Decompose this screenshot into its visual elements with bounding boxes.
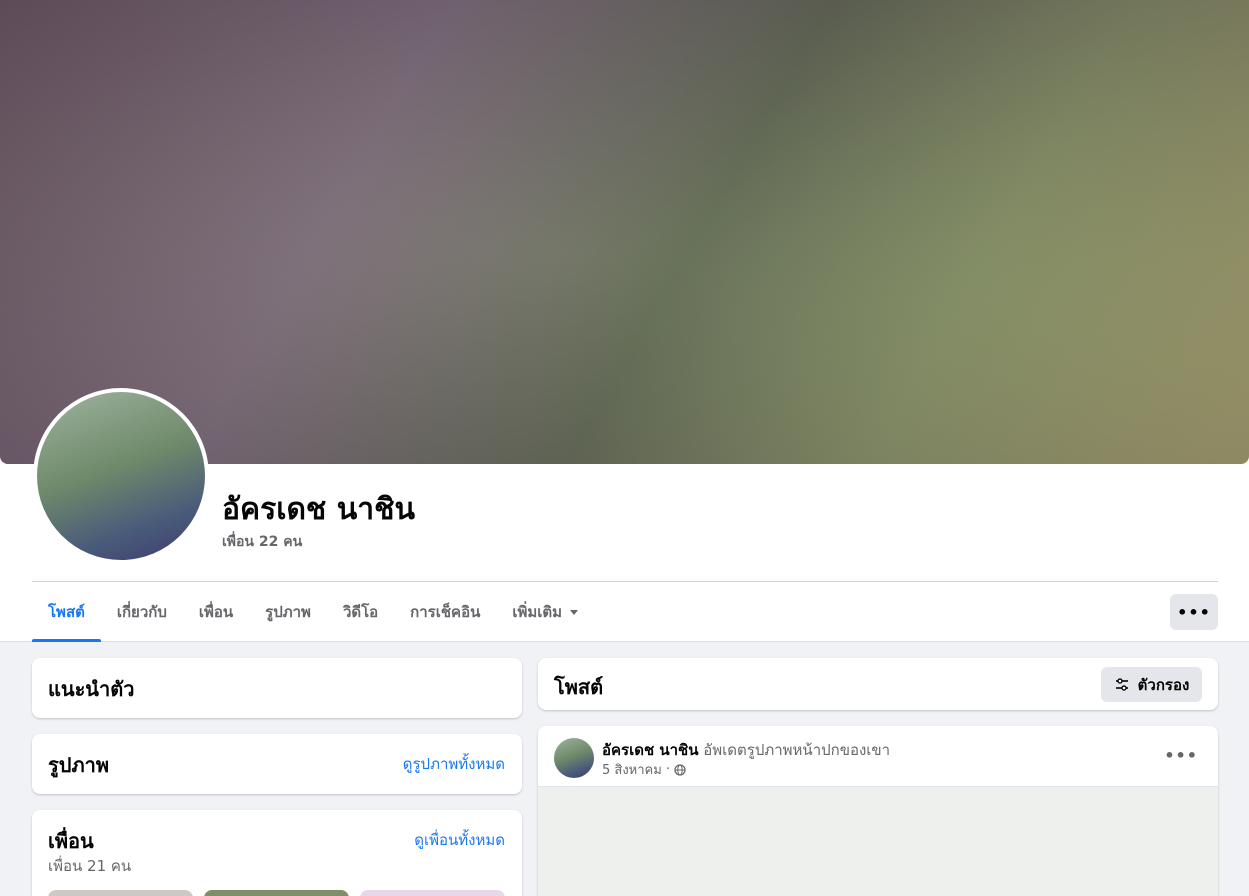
post-card: อัครเดช นาชิน อัพเดตรูปภาพหน้าปกของเขา 5… xyxy=(538,726,1218,896)
friends-title[interactable]: เพื่อน xyxy=(48,825,94,857)
post-meta-separator: · xyxy=(665,762,670,777)
post-author-name[interactable]: อัครเดช นาชิน xyxy=(602,741,698,759)
tab-about[interactable]: เกี่ยวกับ xyxy=(101,582,183,642)
profile-friends-count[interactable]: เพื่อน 22 คน xyxy=(222,531,302,553)
intro-title: แนะนำตัว xyxy=(48,677,135,701)
intro-card: แนะนำตัว xyxy=(32,658,522,718)
profile-header xyxy=(0,0,1249,642)
tab-posts[interactable]: โพสต์ xyxy=(32,582,101,642)
globe-icon xyxy=(674,763,686,776)
filter-icon xyxy=(1115,677,1128,691)
friends-card-count: เพื่อน 21 คน xyxy=(48,857,132,875)
caret-down-icon xyxy=(570,609,579,615)
more-options-button[interactable]: ••• xyxy=(1170,594,1218,630)
post-action-text: อัพเดตรูปภาพหน้าปกของเขา xyxy=(703,741,891,759)
profile-tabs: โพสต์ เกี่ยวกับ เพื่อน รูปภาพ วิดีโอ การ… xyxy=(32,582,594,642)
post-image[interactable] xyxy=(538,786,1218,896)
post-date[interactable]: 5 สิงหาคม xyxy=(602,759,662,780)
post-menu-button[interactable]: ••• xyxy=(1164,746,1198,765)
filter-button-label: ตัวกรอง xyxy=(1137,675,1190,694)
friend-thumbnail[interactable] xyxy=(48,890,193,896)
tab-more-label: เพิ่มเติม xyxy=(512,603,563,621)
tab-photos[interactable]: รูปภาพ xyxy=(249,582,327,642)
tab-checkins[interactable]: การเช็คอิน xyxy=(394,582,496,642)
cover-photo-shade xyxy=(0,0,1249,464)
post-meta: 5 สิงหาคม · xyxy=(602,759,686,780)
friends-card: เพื่อน ดูเพื่อนทั้งหมด เพื่อน 21 คน xyxy=(32,810,522,896)
tab-checkins-label: การเช็คอิน xyxy=(410,603,481,621)
tab-friends-label: เพื่อน xyxy=(198,603,234,621)
tab-photos-label: รูปภาพ xyxy=(265,603,311,621)
friend-thumbnail[interactable] xyxy=(360,890,505,896)
tab-videos[interactable]: วิดีโอ xyxy=(327,582,394,642)
filter-button[interactable]: ตัวกรอง xyxy=(1101,667,1202,702)
see-all-friends-link[interactable]: ดูเพื่อนทั้งหมด xyxy=(414,828,505,852)
tab-videos-label: วิดีโอ xyxy=(342,603,379,621)
photos-title[interactable]: รูปภาพ xyxy=(48,749,109,781)
tab-posts-label: โพสต์ xyxy=(48,603,85,621)
tab-about-label: เกี่ยวกับ xyxy=(116,603,167,621)
tab-more[interactable]: เพิ่มเติม xyxy=(496,582,594,642)
profile-name: อัครเดช นาชิน xyxy=(222,492,415,527)
photos-card: รูปภาพ ดูรูปภาพทั้งหมด xyxy=(32,734,522,794)
post-author-avatar[interactable] xyxy=(554,738,594,778)
cover-photo[interactable] xyxy=(0,0,1249,464)
profile-picture[interactable] xyxy=(37,392,205,560)
tab-friends[interactable]: เพื่อน xyxy=(183,582,249,642)
see-all-photos-link[interactable]: ดูรูปภาพทั้งหมด xyxy=(403,752,505,776)
posts-title: โพสต์ xyxy=(554,675,604,699)
friend-thumbnail[interactable] xyxy=(204,890,349,896)
